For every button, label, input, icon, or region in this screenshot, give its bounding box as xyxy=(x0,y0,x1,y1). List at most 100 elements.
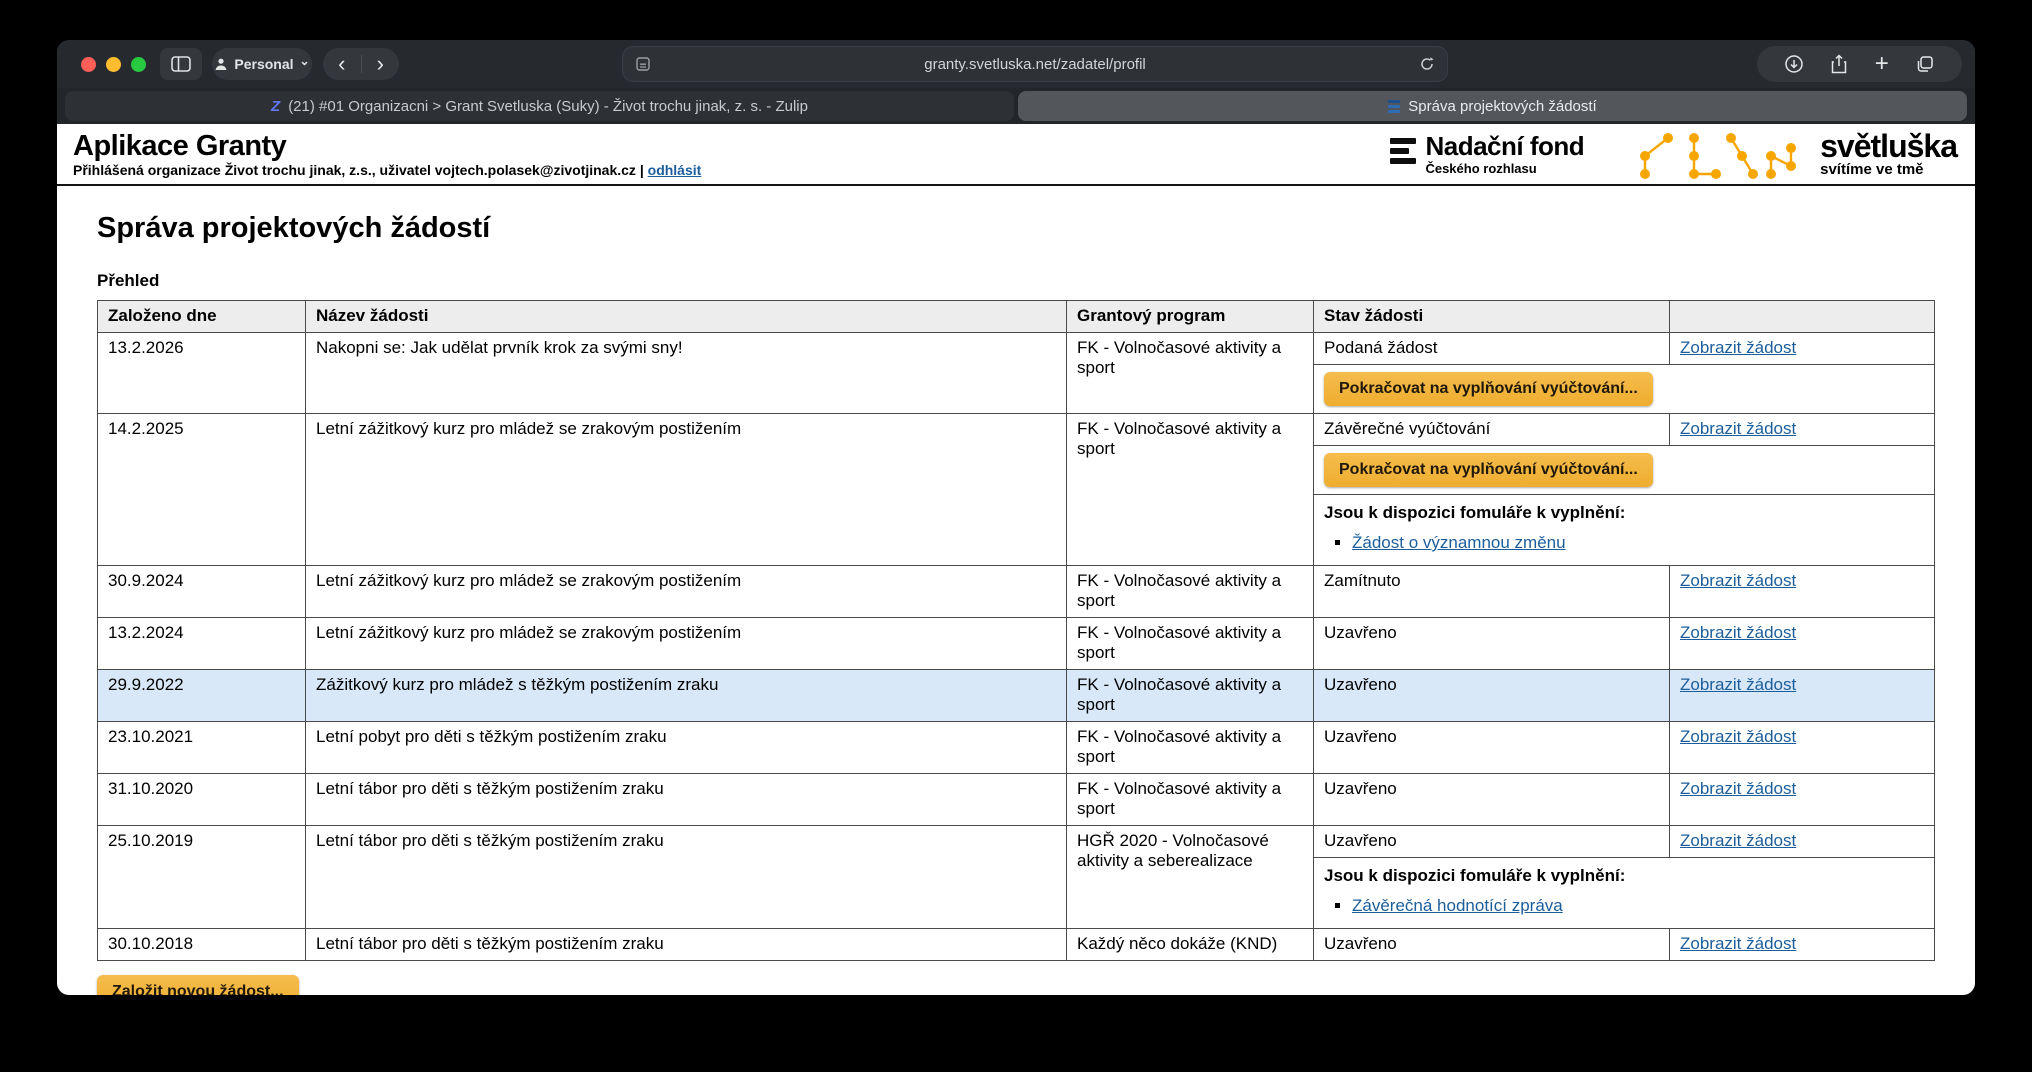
view-request-link[interactable]: Zobrazit žádost xyxy=(1680,831,1796,850)
col-header-date: Založeno dne xyxy=(98,301,306,333)
tab-sprava-zadosti[interactable]: Správa projektových žádostí xyxy=(1018,91,1967,121)
sidebar-toggle-button[interactable] xyxy=(160,48,202,80)
profile-label: Personal xyxy=(234,56,293,72)
request-row: 29.9.2022Zážitkový kurz pro mládež s těž… xyxy=(98,670,1935,722)
request-forms-cell: Jsou k dispozici fomuláře k vyplnění: Záv… xyxy=(1314,858,1935,929)
view-request-link[interactable]: Zobrazit žádost xyxy=(1680,727,1796,746)
request-date: 13.2.2024 xyxy=(98,618,306,670)
reload-icon[interactable] xyxy=(1419,56,1435,72)
view-request-link[interactable]: Zobrazit žádost xyxy=(1680,779,1796,798)
forms-list-item: Závěrečná hodnotící zpráva xyxy=(1352,896,1924,916)
zoom-window-button[interactable] xyxy=(131,57,146,72)
view-request-link[interactable]: Zobrazit žádost xyxy=(1680,623,1796,642)
form-link[interactable]: Závěrečná hodnotící zpráva xyxy=(1352,896,1563,915)
request-date: 29.9.2022 xyxy=(98,670,306,722)
overview-heading: Přehled xyxy=(97,271,1935,291)
request-actions: Zobrazit žádost xyxy=(1670,670,1935,722)
request-date: 13.2.2026 xyxy=(98,333,306,414)
profile-menu-button[interactable]: Personal ⌄ xyxy=(212,48,312,80)
close-window-button[interactable] xyxy=(81,57,96,72)
view-request-link[interactable]: Zobrazit žádost xyxy=(1680,934,1796,953)
logout-link[interactable]: odhlásit xyxy=(648,162,702,178)
request-name: Letní pobyt pro děti s těžkým postižením… xyxy=(306,722,1067,774)
back-button[interactable]: ‹ xyxy=(323,51,361,77)
page-content: Aplikace Granty Přihlášená organizace Ži… xyxy=(57,124,1975,995)
request-actions: Zobrazit žádost xyxy=(1670,618,1935,670)
view-request-link[interactable]: Zobrazit žádost xyxy=(1680,338,1796,357)
request-date: 25.10.2019 xyxy=(98,826,306,929)
nf-logo-subtext: Českého rozhlasu xyxy=(1425,161,1584,176)
view-request-link[interactable]: Zobrazit žádost xyxy=(1680,419,1796,438)
header-logos: Nadační fond Českého rozhlasu xyxy=(1390,125,1957,183)
view-request-link[interactable]: Zobrazit žádost xyxy=(1680,675,1796,694)
request-actions: Zobrazit žádost xyxy=(1670,826,1935,858)
tab-label: (21) #01 Organizacni > Grant Svetluska (… xyxy=(288,98,808,115)
continue-settlement-button[interactable]: Pokračovat na vyplňování vyúčtování... xyxy=(1324,453,1653,487)
request-row: 30.9.2024Letní zážitkový kurz pro mládež… xyxy=(98,566,1935,618)
request-status: Uzavřeno xyxy=(1314,929,1670,961)
request-status: Uzavřeno xyxy=(1314,618,1670,670)
col-header-actions xyxy=(1670,301,1935,333)
request-name: Letní zážitkový kurz pro mládež se zrako… xyxy=(306,414,1067,566)
request-button-cell: Pokračovat na vyplňování vyúčtování... xyxy=(1314,446,1935,495)
request-name: Letní zážitkový kurz pro mládež se zrako… xyxy=(306,566,1067,618)
request-program: FK - Volnočasové aktivity a sport xyxy=(1067,618,1314,670)
minimize-window-button[interactable] xyxy=(106,57,121,72)
tab-zulip[interactable]: Z (21) #01 Organizacni > Grant Svetluska… xyxy=(65,91,1014,121)
svetluska-logo: světluška svítíme ve tmě xyxy=(1628,125,1957,183)
requests-header-row: Založeno dne Název žádosti Grantový prog… xyxy=(98,301,1935,333)
request-actions: Zobrazit žádost xyxy=(1670,929,1935,961)
request-program: FK - Volnočasové aktivity a sport xyxy=(1067,566,1314,618)
request-status: Uzavřeno xyxy=(1314,670,1670,722)
request-status: Uzavřeno xyxy=(1314,774,1670,826)
request-date: 23.10.2021 xyxy=(98,722,306,774)
request-actions: Zobrazit žádost xyxy=(1670,333,1935,365)
nadacni-fond-logo: Nadační fond Českého rozhlasu xyxy=(1390,133,1584,176)
request-button-cell: Pokračovat na vyplňování vyúčtování... xyxy=(1314,365,1935,414)
request-status: Uzavřeno xyxy=(1314,722,1670,774)
request-date: 30.10.2018 xyxy=(98,929,306,961)
request-program: FK - Volnočasové aktivity a sport xyxy=(1067,670,1314,722)
request-actions: Zobrazit žádost xyxy=(1670,722,1935,774)
new-request-button[interactable]: Založit novou žádost... xyxy=(97,975,299,995)
request-name: Nakopni se: Jak udělat prvník krok za sv… xyxy=(306,333,1067,414)
login-info: Přihlášená organizace Život trochu jinak… xyxy=(73,162,701,178)
tab-label: Správa projektových žádostí xyxy=(1408,98,1596,115)
sidebar-icon xyxy=(171,56,191,72)
svetluska-braille-icon xyxy=(1628,125,1806,183)
col-header-name: Název žádosti xyxy=(306,301,1067,333)
tab-overview-icon[interactable] xyxy=(1915,54,1935,74)
request-actions: Zobrazit žádost xyxy=(1670,414,1935,446)
new-tab-button[interactable]: + xyxy=(1875,54,1889,74)
request-program: Každý něco dokáže (KND) xyxy=(1067,929,1314,961)
view-request-link[interactable]: Zobrazit žádost xyxy=(1680,571,1796,590)
forward-button[interactable]: › xyxy=(362,51,400,77)
granty-favicon xyxy=(1388,100,1400,113)
forms-available-label: Jsou k dispozici fomuláře k vyplnění: xyxy=(1324,503,1924,523)
page-title: Správa projektových žádostí xyxy=(97,212,1935,245)
request-program: FK - Volnočasové aktivity a sport xyxy=(1067,774,1314,826)
page-settings-icon[interactable] xyxy=(635,56,651,72)
request-row: 25.10.2019Letní tábor pro děti s těžkým … xyxy=(98,826,1935,858)
request-row: 13.2.2026Nakopni se: Jak udělat prvník k… xyxy=(98,333,1935,365)
downloads-icon[interactable] xyxy=(1784,54,1804,74)
form-link[interactable]: Žádost o významnou změnu xyxy=(1352,533,1566,552)
request-name: Zážitkový kurz pro mládež s těžkým posti… xyxy=(306,670,1067,722)
share-icon[interactable] xyxy=(1830,54,1848,74)
request-program: FK - Volnočasové aktivity a sport xyxy=(1067,333,1314,414)
request-name: Letní tábor pro děti s těžkým postižením… xyxy=(306,774,1067,826)
forms-available-label: Jsou k dispozici fomuláře k vyplnění: xyxy=(1324,866,1924,886)
continue-settlement-button[interactable]: Pokračovat na vyplňování vyúčtování... xyxy=(1324,372,1653,406)
request-row: 30.10.2018Letní tábor pro děti s těžkým … xyxy=(98,929,1935,961)
request-name: Letní tábor pro děti s těžkým postižením… xyxy=(306,929,1067,961)
request-row: 23.10.2021Letní pobyt pro děti s těžkým … xyxy=(98,722,1935,774)
request-status: Zamítnuto xyxy=(1314,566,1670,618)
address-bar[interactable]: granty.svetluska.net/zadatel/profil xyxy=(622,46,1448,82)
request-name: Letní zážitkový kurz pro mládež se zrako… xyxy=(306,618,1067,670)
nav-buttons: ‹ › xyxy=(323,48,399,80)
request-actions: Zobrazit žádost xyxy=(1670,566,1935,618)
forms-list: Závěrečná hodnotící zpráva xyxy=(1352,896,1924,916)
request-row: 14.2.2025Letní zážitkový kurz pro mládež… xyxy=(98,414,1935,446)
person-icon xyxy=(214,57,228,71)
request-status: Závěrečné vyúčtování xyxy=(1314,414,1670,446)
